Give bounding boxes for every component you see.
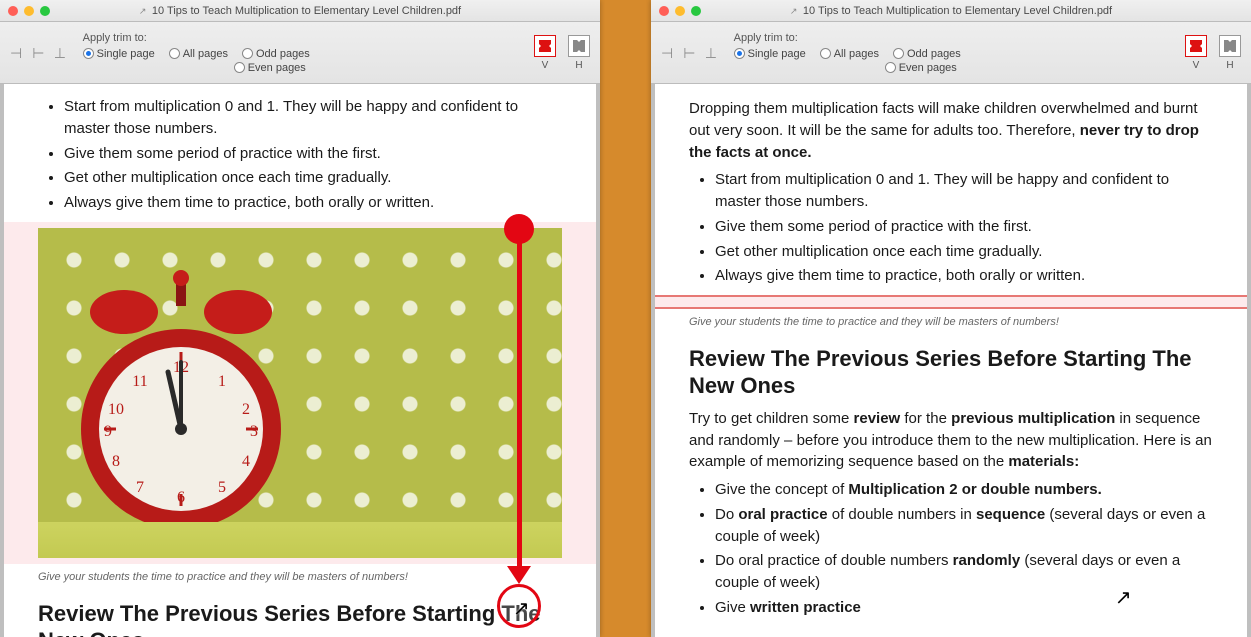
list-item: Give written practice — [715, 597, 1213, 619]
traffic-lights — [0, 6, 58, 16]
trim-scope: Apply trim to: Single page All pages Odd… — [734, 32, 961, 74]
window-right: 10 Tips to Teach Multiplication to Eleme… — [651, 0, 1251, 637]
trim-horizontal-button[interactable] — [568, 35, 590, 57]
svg-text:11: 11 — [132, 373, 147, 390]
window-title: 10 Tips to Teach Multiplication to Eleme… — [0, 5, 600, 17]
titlebar[interactable]: 10 Tips to Teach Multiplication to Eleme… — [651, 0, 1251, 22]
pdf-page: Dropping them multiplication facts will … — [655, 84, 1247, 637]
trim-v-label: V — [1193, 60, 1200, 71]
svg-text:5: 5 — [218, 479, 226, 496]
trimmed-region-indicator[interactable] — [655, 295, 1247, 309]
trim-v-label: V — [542, 60, 549, 71]
list-item: Always give them time to practice, both … — [715, 265, 1213, 287]
bullet-list-sequence: Give the concept of Multiplication 2 or … — [689, 479, 1213, 619]
pdf-page: Start from multiplication 0 and 1. They … — [4, 84, 596, 637]
zoom-icon[interactable] — [40, 6, 50, 16]
list-item: Give the concept of Multiplication 2 or … — [715, 479, 1213, 501]
intro-paragraph: Dropping them multiplication facts will … — [689, 98, 1213, 163]
list-item: Get other multiplication once each time … — [64, 167, 562, 189]
svg-text:2: 2 — [242, 401, 250, 418]
trim-handle-right-icon[interactable]: ⊢ — [32, 46, 44, 60]
radio-all-pages[interactable]: All pages — [169, 48, 228, 60]
radio-all-pages[interactable]: All pages — [820, 48, 879, 60]
svg-text:1: 1 — [218, 373, 226, 390]
alarm-clock-icon: 12 1 2 3 4 5 6 7 8 9 10 — [76, 254, 286, 554]
trim-h-label: H — [1226, 60, 1233, 71]
trim-handle-right-icon[interactable]: ⊢ — [683, 46, 695, 60]
image-caption: Give your students the time to practice … — [38, 570, 562, 586]
minimize-icon[interactable] — [675, 6, 685, 16]
trim-horizontal-button[interactable] — [1219, 35, 1241, 57]
radio-even-pages[interactable]: Even pages — [885, 62, 957, 74]
trim-handles[interactable]: ⊣ ⊢ ⊣ — [10, 46, 67, 60]
radio-single-page[interactable]: Single page — [83, 48, 155, 60]
trim-scope-label: Apply trim to: — [734, 32, 961, 44]
titlebar[interactable]: 10 Tips to Teach Multiplication to Eleme… — [0, 0, 600, 22]
clock-image: 12 1 2 3 4 5 6 7 8 9 10 — [38, 228, 562, 558]
zoom-icon[interactable] — [691, 6, 701, 16]
trim-toolbar: ⊣ ⊢ ⊣ Apply trim to: Single page All pag… — [0, 22, 600, 84]
trim-handle-top-icon[interactable]: ⊣ — [54, 46, 68, 58]
heading-review: Review The Previous Series Before Starti… — [689, 345, 1213, 400]
minimize-icon[interactable] — [24, 6, 34, 16]
trim-handle-top-icon[interactable]: ⊣ — [705, 46, 719, 58]
trim-handles[interactable]: ⊣ ⊢ ⊣ — [661, 46, 718, 60]
window-left: 10 Tips to Teach Multiplication to Eleme… — [0, 0, 600, 637]
radio-odd-pages[interactable]: Odd pages — [893, 48, 961, 60]
svg-text:8: 8 — [112, 453, 120, 470]
list-item: Give them some period of practice with t… — [715, 216, 1213, 238]
review-paragraph: Try to get children some review for the … — [689, 408, 1213, 473]
svg-text:7: 7 — [136, 479, 144, 496]
trim-toolbar: ⊣ ⊢ ⊣ Apply trim to: Single page All pag… — [651, 22, 1251, 84]
trim-mode-buttons: V H — [534, 35, 590, 71]
svg-text:4: 4 — [242, 453, 250, 470]
svg-text:9: 9 — [104, 423, 112, 440]
image-caption: Give your students the time to practice … — [689, 315, 1213, 331]
list-item: Give them some period of practice with t… — [64, 143, 562, 165]
svg-text:6: 6 — [177, 489, 185, 506]
trim-vertical-button[interactable] — [1185, 35, 1207, 57]
svg-text:10: 10 — [108, 401, 124, 418]
trim-vertical-button[interactable] — [534, 35, 556, 57]
trim-h-label: H — [575, 60, 582, 71]
radio-single-page[interactable]: Single page — [734, 48, 806, 60]
trim-handle-left-icon[interactable]: ⊣ — [661, 46, 673, 60]
heading-review: Review The Previous Series Before Starti… — [38, 600, 562, 637]
image-trim-region[interactable]: 12 1 2 3 4 5 6 7 8 9 10 — [4, 222, 596, 564]
trim-scope-label: Apply trim to: — [83, 32, 310, 44]
radio-odd-pages[interactable]: Odd pages — [242, 48, 310, 60]
document-viewport[interactable]: Start from multiplication 0 and 1. They … — [0, 84, 600, 637]
list-item: Start from multiplication 0 and 1. They … — [64, 96, 562, 140]
list-item: Get other multiplication once each time … — [715, 241, 1213, 263]
close-icon[interactable] — [659, 6, 669, 16]
document-viewport[interactable]: Dropping them multiplication facts will … — [651, 84, 1251, 637]
annotation-arrow-head — [507, 566, 531, 584]
close-icon[interactable] — [8, 6, 18, 16]
list-item: Do oral practice of double numbers rando… — [715, 550, 1213, 594]
trim-handle-left-icon[interactable]: ⊣ — [10, 46, 22, 60]
list-item: Start from multiplication 0 and 1. They … — [715, 169, 1213, 213]
window-title: 10 Tips to Teach Multiplication to Eleme… — [651, 5, 1251, 17]
list-item: Always give them time to practice, both … — [64, 192, 562, 214]
svg-text:3: 3 — [250, 423, 258, 440]
list-item: Do oral practice of double numbers in se… — [715, 504, 1213, 548]
annotation-arrow-stem — [517, 240, 522, 568]
trim-mode-buttons: V H — [1185, 35, 1241, 71]
bullet-list-tips: Start from multiplication 0 and 1. They … — [38, 96, 562, 214]
traffic-lights — [651, 6, 709, 16]
annotation-cursor-ring — [497, 584, 541, 628]
cursor-icon: ↖ — [1115, 585, 1132, 610]
radio-even-pages[interactable]: Even pages — [234, 62, 306, 74]
bullet-list-tips: Start from multiplication 0 and 1. They … — [689, 169, 1213, 287]
trim-scope: Apply trim to: Single page All pages Odd… — [83, 32, 310, 74]
